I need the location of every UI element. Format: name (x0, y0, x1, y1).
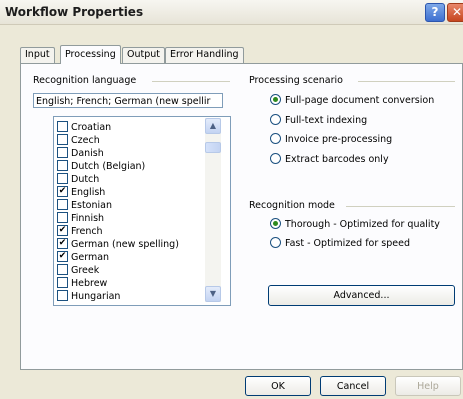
language-list-scrollbar[interactable]: ▲ ▼ (205, 118, 221, 302)
processing-scenario-label: Processing scenario (249, 75, 343, 86)
group-divider (358, 81, 455, 82)
language-label: Danish (71, 148, 104, 159)
tab-input[interactable]: Input (20, 47, 55, 63)
processing-scenario-option-label: Extract barcodes only (285, 153, 389, 165)
language-item[interactable]: Dutch (57, 173, 99, 186)
language-checkbox[interactable]: ✔ (57, 186, 68, 197)
language-label: Croatian (71, 122, 112, 133)
language-checkbox[interactable] (57, 121, 68, 132)
tab-output[interactable]: Output (122, 47, 165, 63)
language-item[interactable]: Estonian (57, 199, 112, 212)
language-item[interactable]: Hebrew (57, 277, 107, 290)
language-label: Dutch (71, 174, 100, 185)
help-button[interactable]: Help (395, 376, 461, 396)
recognition-mode-option[interactable]: Fast - Optimized for speed (270, 237, 410, 249)
language-item[interactable]: Danish (57, 147, 104, 160)
language-item[interactable]: ✔ French (57, 225, 103, 238)
scroll-thumb[interactable] (205, 142, 221, 153)
language-item[interactable]: Czech (57, 134, 100, 147)
recognition-mode-option-label: Thorough - Optimized for quality (285, 219, 440, 230)
language-label: German (new spelling) (71, 239, 179, 250)
scroll-down-icon[interactable]: ▼ (205, 286, 221, 302)
selected-languages-field[interactable]: English; French; German (new spellir (33, 93, 223, 108)
help-title-button[interactable]: ? (425, 3, 445, 22)
language-item[interactable]: ✔ German (new spelling) (57, 238, 179, 251)
processing-scenario-option-label: Invoice pre-processing (285, 134, 393, 145)
recognition-mode-label: Recognition mode (249, 200, 335, 211)
ok-button[interactable]: OK (245, 376, 311, 396)
processing-scenario-option[interactable]: Full-text indexing (270, 113, 368, 126)
tab-error-handling[interactable]: Error Handling (165, 47, 244, 63)
cancel-button[interactable]: Cancel (320, 376, 386, 396)
language-checkbox[interactable] (57, 212, 68, 223)
window-title: Workflow Properties (5, 5, 144, 19)
close-button[interactable]: ✕ (447, 3, 463, 22)
radio-button[interactable] (270, 94, 281, 105)
language-checkbox[interactable] (57, 277, 68, 288)
recognition-mode-option[interactable]: Thorough - Optimized for quality (270, 218, 440, 230)
radio-button[interactable] (270, 113, 281, 125)
radio-button[interactable] (270, 152, 281, 164)
recognition-language-label: Recognition language (33, 75, 137, 86)
processing-scenario-option[interactable]: Extract barcodes only (270, 152, 389, 165)
language-item[interactable]: ✔ English (57, 186, 105, 199)
processing-scenario-option[interactable]: Invoice pre-processing (270, 133, 393, 145)
radio-button[interactable] (270, 218, 281, 229)
processing-scenario-option-label: Full-page document conversion (285, 95, 435, 106)
language-checkbox[interactable] (57, 147, 68, 158)
language-item[interactable]: Croatian (57, 121, 111, 134)
language-item[interactable]: Finnish (57, 212, 104, 225)
group-divider (346, 206, 455, 207)
language-checkbox[interactable] (57, 199, 68, 210)
language-checkbox[interactable] (57, 290, 68, 301)
language-checkbox[interactable]: ✔ (57, 225, 68, 236)
language-label: Hebrew (71, 278, 108, 289)
language-checkbox[interactable] (57, 173, 68, 184)
language-label: Finnish (71, 213, 105, 224)
language-item[interactable]: Greek (57, 264, 99, 277)
group-divider (152, 81, 230, 82)
language-label: French (71, 226, 103, 237)
language-checkbox[interactable]: ✔ (57, 238, 68, 249)
radio-button[interactable] (270, 237, 281, 248)
scroll-up-icon[interactable]: ▲ (205, 118, 221, 134)
language-label: German (71, 252, 110, 263)
language-label: Dutch (Belgian) (71, 161, 146, 172)
language-label: Greek (71, 265, 100, 276)
language-item[interactable]: ✔ German (57, 251, 109, 264)
language-checkbox[interactable]: ✔ (57, 251, 68, 262)
language-checkbox[interactable] (57, 160, 68, 171)
language-label: Estonian (71, 200, 112, 211)
language-label: English (71, 187, 106, 198)
language-checkbox[interactable] (57, 264, 68, 275)
language-checkbox[interactable] (57, 134, 68, 145)
language-label: Czech (71, 135, 100, 146)
language-item[interactable]: Dutch (Belgian) (57, 160, 145, 173)
recognition-mode-option-label: Fast - Optimized for speed (285, 238, 410, 249)
title-bar: Workflow Properties ? ✕ (0, 0, 463, 25)
tab-processing[interactable]: Processing (60, 45, 121, 64)
processing-scenario-option[interactable]: Full-page document conversion (270, 94, 435, 106)
radio-button[interactable] (270, 133, 281, 144)
language-label: Hungarian (71, 291, 121, 302)
language-item[interactable]: Hungarian (57, 290, 120, 303)
advanced-button[interactable]: Advanced... (268, 285, 455, 306)
processing-scenario-option-label: Full-text indexing (285, 114, 368, 126)
